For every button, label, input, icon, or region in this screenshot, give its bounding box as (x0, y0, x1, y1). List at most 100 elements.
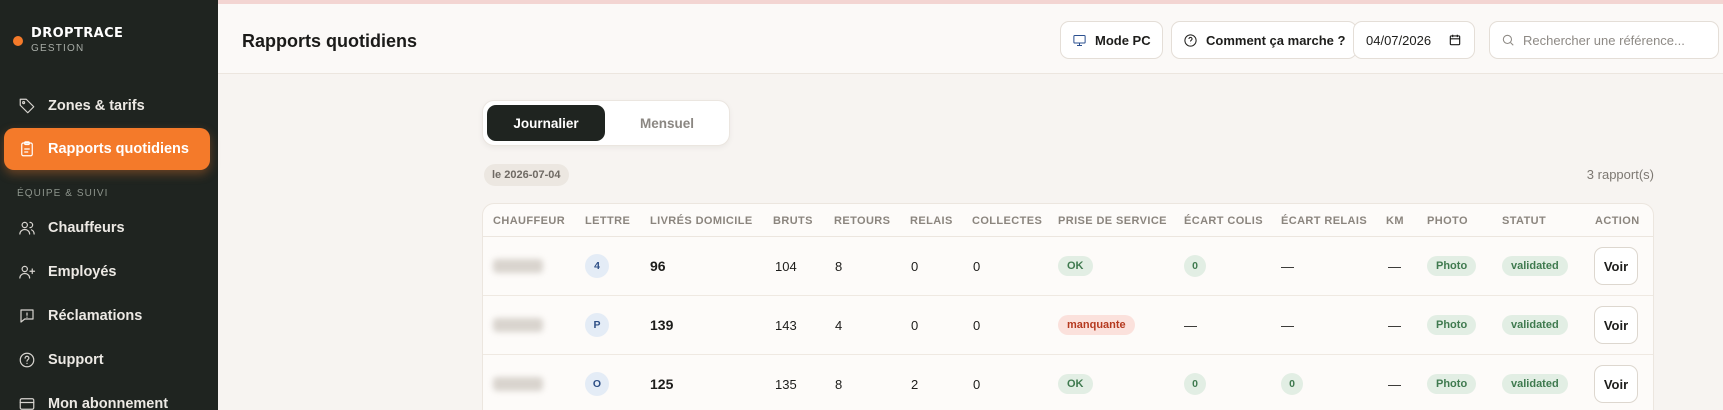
user-plus-icon (19, 265, 36, 279)
prise-cell: OK (1058, 237, 1093, 295)
page-title: Rapports quotidiens (242, 31, 417, 51)
calendar-icon[interactable] (1448, 33, 1462, 47)
action-cell: Voir (1594, 296, 1638, 354)
action-cell: Voir (1594, 237, 1638, 295)
status-badge: validated (1502, 256, 1568, 276)
ecart-relais-cell: — (1281, 258, 1294, 274)
letter-cell: O (585, 355, 609, 410)
header: Rapports quotidiens Mode PC Comment ça m… (218, 4, 1723, 74)
km-cell: — (1388, 258, 1401, 274)
km-cell: — (1388, 376, 1401, 392)
brand: DROPTRACE GESTION (13, 26, 123, 54)
column-header: RELAIS (910, 215, 953, 227)
retours-cell: 8 (835, 258, 843, 274)
period-toggle: Journalier Mensuel (482, 100, 730, 146)
search-input[interactable]: Rechercher une référence... (1489, 21, 1719, 59)
letter-cell: 4 (585, 237, 609, 295)
date-chip: le 2026-07-04 (484, 164, 569, 186)
brand-dot-icon (13, 36, 23, 46)
column-header: LIVRÉS DOMICILE (650, 215, 753, 227)
count-badge: 0 (1184, 255, 1206, 277)
action-cell: Voir (1594, 355, 1638, 410)
status-badge: manquante (1058, 315, 1135, 335)
ecart-colis-cell: 0 (1184, 237, 1206, 295)
retours-cell: 4 (835, 317, 843, 333)
column-header: RETOURS (834, 215, 891, 227)
sidebar-item-label: Employés (48, 264, 117, 280)
column-header: LETTRE (585, 215, 631, 227)
sidebar-item-chauffeurs[interactable]: Chauffeurs (4, 207, 210, 249)
status-badge: validated (1502, 374, 1568, 394)
sidebar-item-zones-tarifs[interactable]: Zones & tarifs (4, 85, 210, 127)
mode-pc-label: Mode PC (1095, 32, 1151, 48)
ecart-relais-cell: — (1281, 317, 1294, 333)
sidebar-item-mon-abonnement[interactable]: Mon abonnement (4, 383, 210, 410)
tab-journalier[interactable]: Journalier (487, 105, 605, 141)
table-row[interactable]: P 139 143 4 0 0 manquante — — — Photo va… (483, 296, 1653, 355)
ecart-colis-cell: 0 (1184, 355, 1206, 410)
table-row[interactable]: O 125 135 8 2 0 OK 0 0 — Photo validated… (483, 355, 1653, 410)
sidebar-item-employes[interactable]: Employés (4, 251, 210, 293)
column-header: BRUTS (773, 215, 813, 227)
date-input[interactable]: 04/07/2026 (1353, 21, 1475, 59)
km-cell: — (1388, 317, 1401, 333)
ecart-relais-cell: 0 (1281, 355, 1303, 410)
photo-badge[interactable]: Photo (1427, 256, 1477, 276)
table-header: CHAUFFEUR LETTRE LIVRÉS DOMICILE BRUTS R… (483, 204, 1653, 237)
sidebar-item-label: Rapports quotidiens (48, 141, 189, 157)
report-count: 3 rapport(s) (1586, 167, 1654, 182)
column-header: PRISE DE SERVICE (1058, 215, 1167, 227)
status-badge: validated (1502, 315, 1568, 335)
letter-badge: P (585, 313, 609, 337)
letter-badge: O (585, 372, 609, 396)
bruts-cell: 104 (775, 258, 797, 274)
statut-cell: validated (1502, 355, 1568, 410)
delivered-cell: 96 (650, 258, 666, 274)
date-value: 04/07/2026 (1366, 32, 1432, 48)
bruts-cell: 143 (775, 317, 797, 333)
sidebar-item-label: Chauffeurs (48, 220, 125, 236)
brand-subtitle: GESTION (31, 43, 85, 54)
credit-card-icon (19, 398, 35, 410)
table-row[interactable]: 4 96 104 8 0 0 OK 0 — — Photo validated … (483, 237, 1653, 296)
mode-pc-button[interactable]: Mode PC (1060, 21, 1163, 59)
letter-cell: P (585, 296, 609, 354)
message-icon (20, 309, 34, 323)
how-it-works-label: Comment ça marche ? (1206, 32, 1346, 48)
photo-cell: Photo (1427, 237, 1477, 295)
view-button[interactable]: Voir (1594, 306, 1638, 344)
photo-badge[interactable]: Photo (1427, 315, 1477, 335)
letter-badge: 4 (585, 254, 609, 278)
photo-badge[interactable]: Photo (1427, 374, 1477, 394)
bruts-cell: 135 (775, 376, 797, 392)
column-header: CHAUFFEUR (493, 215, 566, 227)
status-badge: OK (1058, 256, 1093, 276)
column-header: ÉCART COLIS (1184, 215, 1263, 227)
how-it-works-button[interactable]: Comment ça marche ? (1171, 21, 1358, 59)
sidebar-item-label: Réclamations (48, 308, 143, 324)
count-badge: 0 (1281, 373, 1303, 395)
delivered-cell: 125 (650, 376, 674, 392)
view-button[interactable]: Voir (1594, 247, 1638, 285)
users-icon (19, 221, 35, 235)
column-header: KM (1386, 215, 1404, 227)
sidebar-item-reclamations[interactable]: Réclamations (4, 295, 210, 337)
count-badge: 0 (1184, 373, 1206, 395)
tab-mensuel[interactable]: Mensuel (608, 105, 726, 141)
collectes-cell: 0 (973, 258, 981, 274)
column-header: ÉCART RELAIS (1281, 215, 1368, 227)
driver-name-redacted (493, 237, 543, 295)
statut-cell: validated (1502, 237, 1568, 295)
photo-cell: Photo (1427, 355, 1477, 410)
status-badge: OK (1058, 374, 1093, 394)
sidebar-item-support[interactable]: Support (4, 339, 210, 381)
column-header: COLLECTES (972, 215, 1043, 227)
driver-name-redacted (493, 296, 543, 354)
search-placeholder: Rechercher une référence... (1523, 32, 1685, 48)
tag-icon (19, 98, 35, 114)
sidebar-item-rapports-quotidiens[interactable]: Rapports quotidiens (4, 128, 210, 170)
sidebar-item-label: Zones & tarifs (48, 98, 145, 114)
column-header: STATUT (1502, 215, 1547, 227)
collectes-cell: 0 (973, 376, 981, 392)
view-button[interactable]: Voir (1594, 365, 1638, 403)
